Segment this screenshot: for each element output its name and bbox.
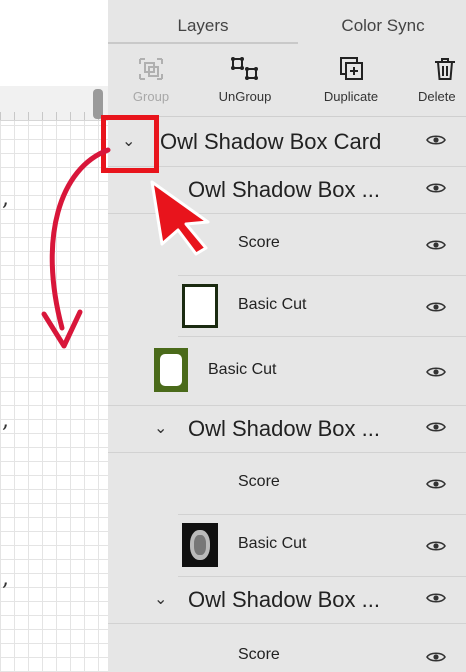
- layer-name: Basic Cut: [238, 535, 307, 552]
- canvas-mark: ,: [2, 566, 9, 591]
- duplicate-icon: [340, 57, 363, 80]
- eye-icon[interactable]: [426, 238, 446, 252]
- chevron-down-icon[interactable]: ⌄: [154, 589, 167, 609]
- eye-icon[interactable]: [426, 477, 446, 491]
- duplicate-label: Duplicate: [323, 89, 379, 104]
- trash-icon: [435, 58, 455, 80]
- layer-name: Owl Shadow Box ...: [188, 587, 380, 612]
- eye-icon[interactable]: [426, 539, 446, 553]
- layer-row-group[interactable]: ⌄ Owl Shadow Box Card: [108, 117, 466, 167]
- chevron-down-icon[interactable]: ⌄: [154, 418, 167, 438]
- layer-row-item[interactable]: Score: [178, 624, 466, 672]
- layer-name: Owl Shadow Box ...: [188, 416, 380, 441]
- panel-tabs: Layers Color Sync: [108, 0, 466, 44]
- group-label: Group: [132, 89, 170, 104]
- duplicate-button[interactable]: Duplicate: [306, 52, 396, 106]
- eye-icon[interactable]: [426, 181, 446, 195]
- group-button[interactable]: Group: [106, 52, 196, 106]
- layer-name: Basic Cut: [208, 361, 277, 378]
- layer-row-item[interactable]: Score: [178, 453, 466, 515]
- layer-thumbnail: [154, 348, 188, 392]
- layer-name: Score: [238, 234, 280, 251]
- curved-arrow-icon: [41, 147, 111, 349]
- canvas-mark: ,: [2, 186, 9, 211]
- layers-toolbar: Group UnGroup Duplicate Delete: [108, 46, 466, 117]
- tab-color-sync[interactable]: Color Sync: [300, 0, 466, 42]
- layer-row-item[interactable]: Basic Cut: [178, 515, 466, 577]
- group-icon: [139, 58, 163, 80]
- layer-name: Basic Cut: [238, 296, 307, 313]
- delete-label: Delete: [418, 89, 456, 104]
- eye-icon[interactable]: [426, 133, 446, 147]
- layer-row-item[interactable]: Basic Cut: [178, 276, 466, 337]
- layer-row-group[interactable]: ⌄ Owl Shadow Box ...: [108, 406, 466, 453]
- layer-row-item[interactable]: Score: [178, 214, 466, 276]
- delete-button[interactable]: Delete: [406, 52, 466, 106]
- layer-name: Score: [238, 473, 280, 490]
- ungroup-icon: [231, 57, 258, 80]
- ungroup-button[interactable]: UnGroup: [200, 52, 290, 106]
- eye-icon[interactable]: [426, 591, 446, 605]
- eye-icon[interactable]: [426, 650, 446, 664]
- eye-icon[interactable]: [426, 365, 446, 379]
- layer-thumbnail: [182, 284, 218, 328]
- layer-name: Score: [238, 646, 280, 663]
- layer-row-group[interactable]: ⌄ Owl Shadow Box ...: [108, 577, 466, 624]
- eye-icon[interactable]: [426, 300, 446, 314]
- canvas-mark: ,: [2, 408, 9, 433]
- layer-row-item[interactable]: Basic Cut: [108, 337, 466, 406]
- ungroup-label: UnGroup: [218, 89, 272, 104]
- cursor-arrow-icon: [150, 180, 210, 256]
- layer-thumbnail: [182, 523, 218, 567]
- eye-icon[interactable]: [426, 420, 446, 434]
- layer-name: Owl Shadow Box Card: [160, 129, 382, 154]
- layers-panel: Layers Color Sync Group UnGroup Duplicat…: [108, 0, 466, 672]
- tab-layers[interactable]: Layers: [108, 0, 298, 44]
